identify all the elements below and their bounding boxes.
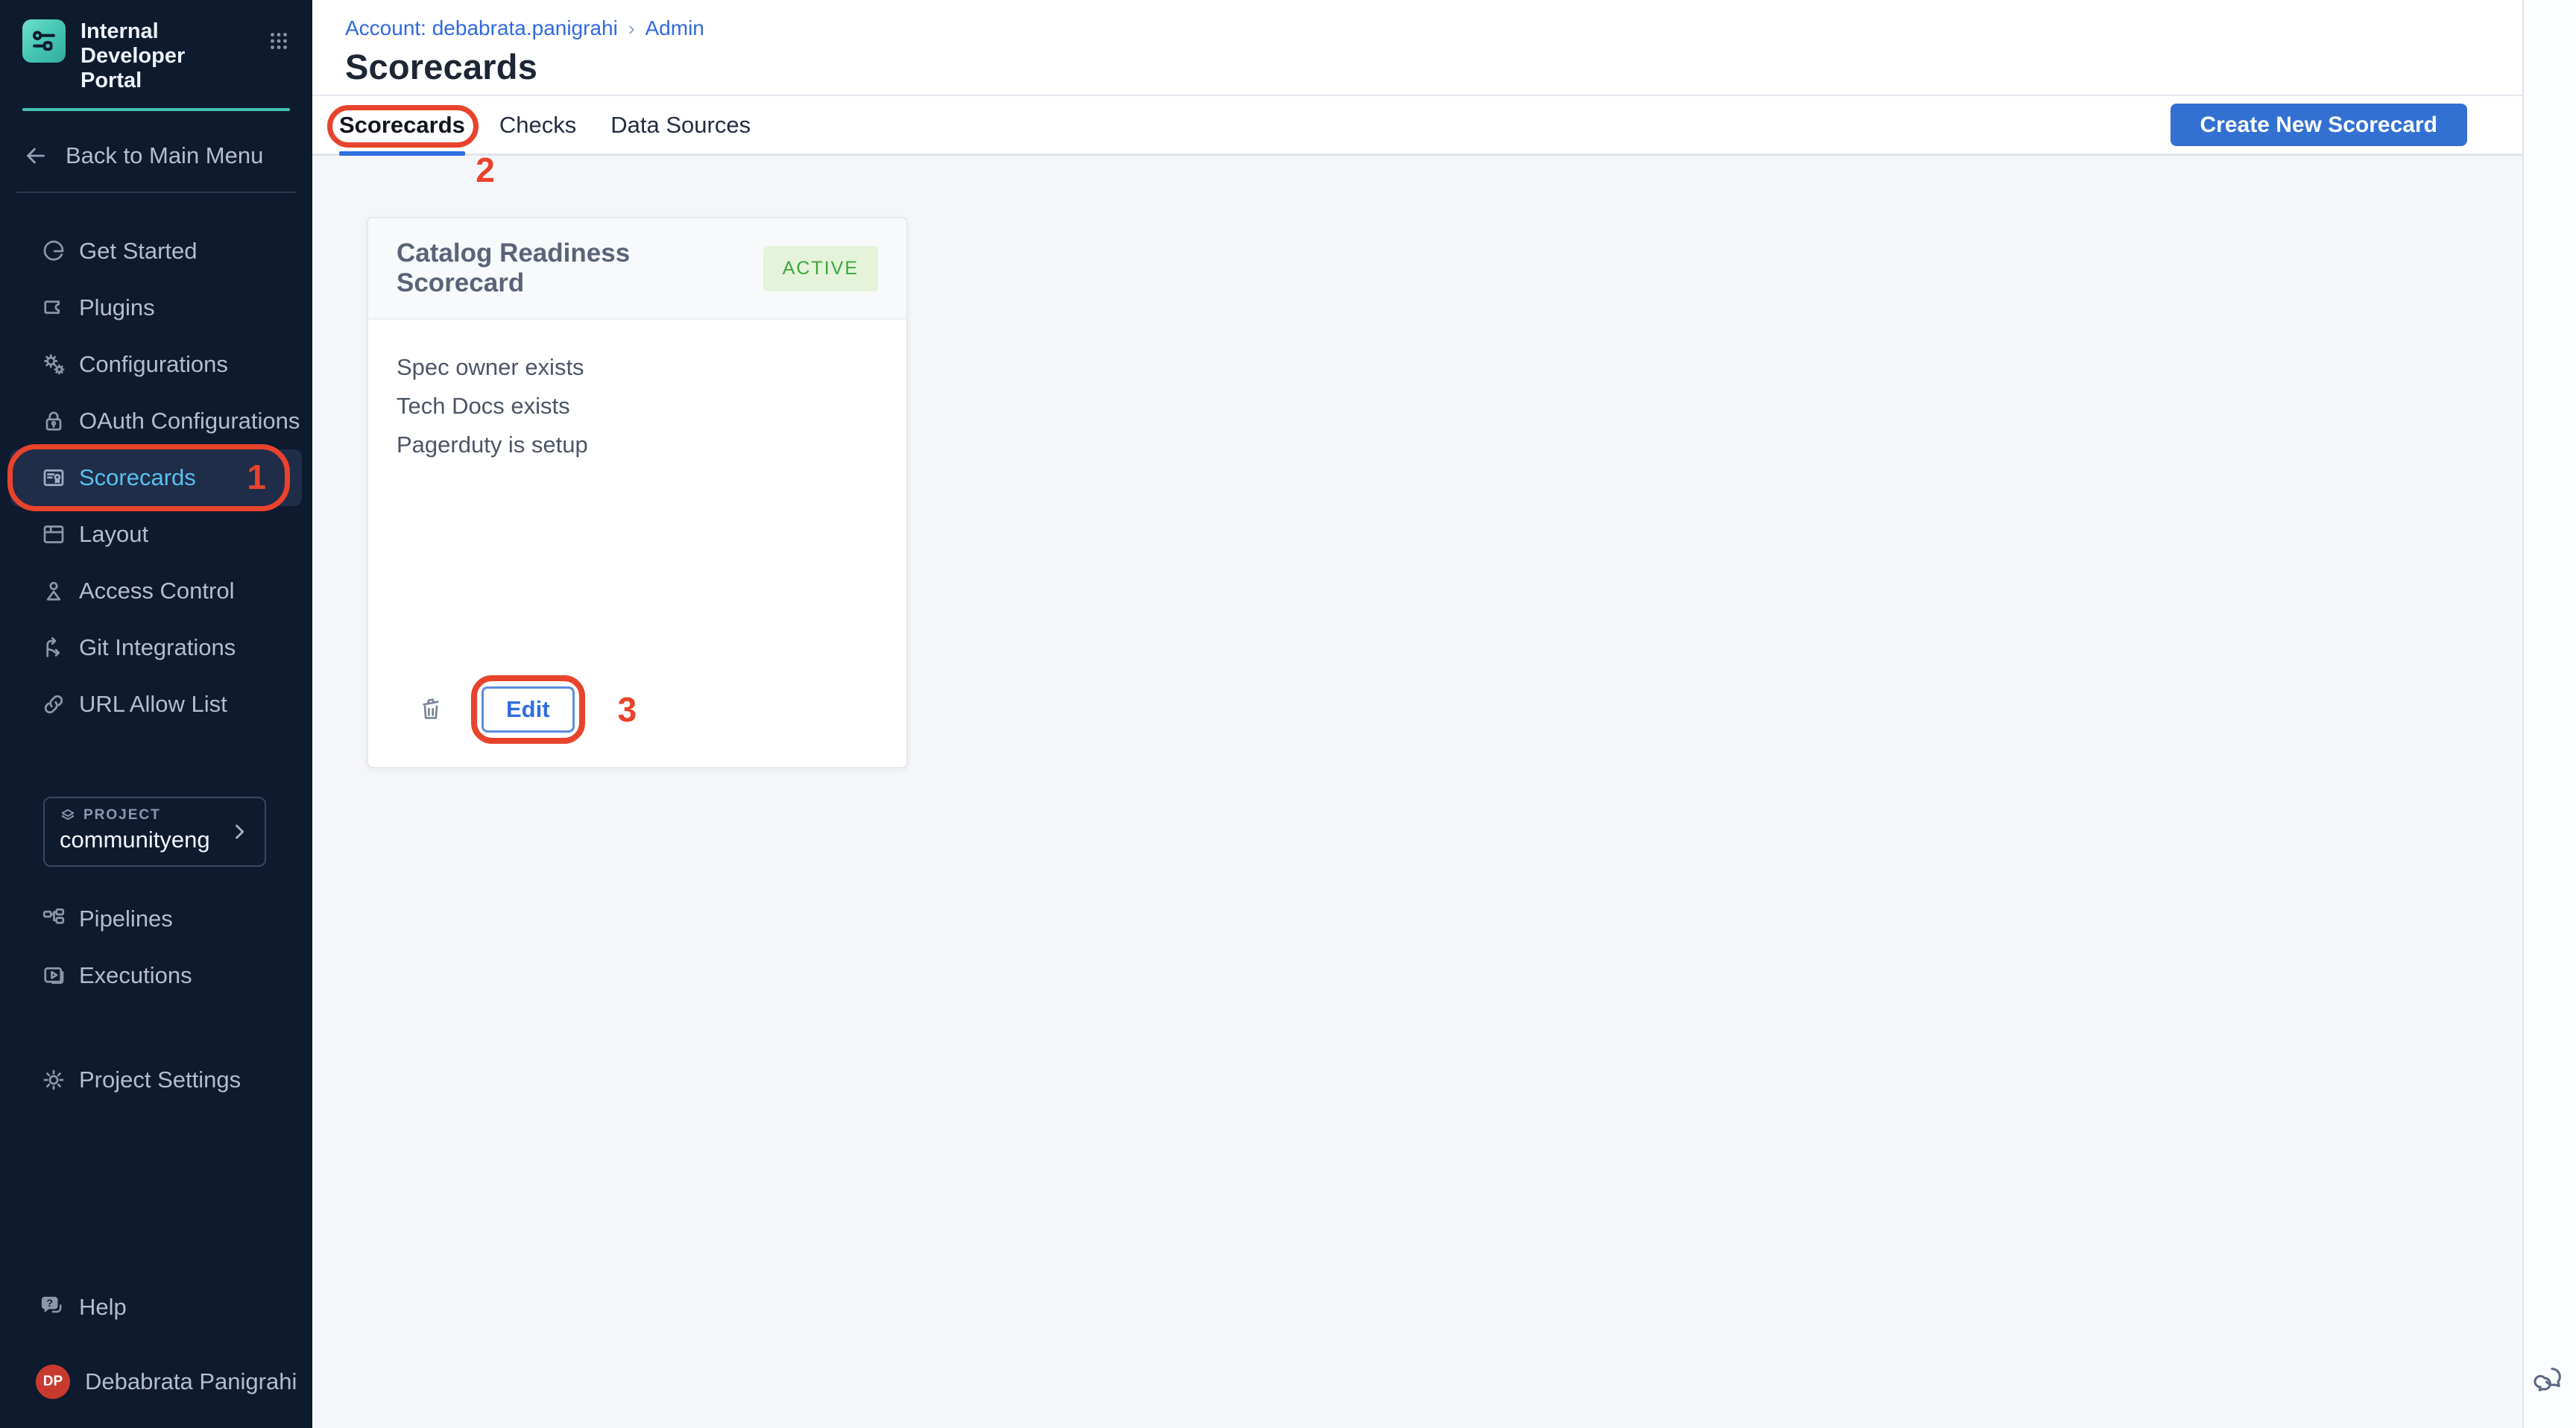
page-header: Account: debabrata.panigrahi › Admin Sco… xyxy=(312,0,2522,96)
scorecard-title: Catalog Readiness Scorecard xyxy=(397,238,763,298)
breadcrumb: Account: debabrata.panigrahi › Admin xyxy=(345,16,2522,40)
app-title: Internal Developer Portal xyxy=(80,19,230,93)
sidebar-item-pipelines[interactable]: Pipelines xyxy=(0,891,312,947)
active-tab-underline xyxy=(339,151,465,156)
scorecard-card-footer: Edit 3 xyxy=(368,686,906,767)
arrow-left-icon xyxy=(22,142,49,169)
sidebar-item-scorecards[interactable]: Scorecards 1 xyxy=(10,449,302,506)
gear-icon xyxy=(40,1067,67,1093)
app-grid-icon[interactable] xyxy=(266,28,291,54)
brand-underline xyxy=(22,108,290,111)
content-area: Catalog Readiness Scorecard ACTIVE Spec … xyxy=(312,156,2522,1428)
help-label: Help xyxy=(79,1294,127,1321)
plugins-icon xyxy=(40,294,67,321)
scorecard-card-header: Catalog Readiness Scorecard ACTIVE xyxy=(368,218,906,320)
chevron-right-icon xyxy=(229,821,250,842)
sidebar-item-layout[interactable]: Layout xyxy=(0,506,312,563)
person-icon xyxy=(40,578,67,604)
idp-logo-icon xyxy=(22,19,66,63)
scorecard-icon xyxy=(40,464,67,491)
main-area: Account: debabrata.panigrahi › Admin Sco… xyxy=(312,0,2522,1428)
sidebar-item-oauth-configurations[interactable]: OAuth Configurations xyxy=(0,393,312,449)
annotation-number-3: 3 xyxy=(618,689,637,730)
user-name: Debabrata Panigrahi xyxy=(85,1368,297,1395)
gears-icon xyxy=(40,351,67,378)
sidebar-item-get-started[interactable]: Get Started xyxy=(0,223,312,279)
help-chat-icon: ? xyxy=(37,1292,67,1322)
scorecard-card: Catalog Readiness Scorecard ACTIVE Spec … xyxy=(367,217,908,768)
tab-scorecards[interactable]: Scorecards 2 xyxy=(339,96,465,154)
settings-nav: Project Settings xyxy=(0,1052,312,1108)
create-new-scorecard-button[interactable]: Create New Scorecard xyxy=(2171,104,2468,146)
check-item: Tech Docs exists xyxy=(397,393,878,420)
admin-nav: Get Started Plugins xyxy=(0,223,312,733)
tab-checks[interactable]: Checks xyxy=(499,96,576,154)
annotation-number-2: 2 xyxy=(476,150,495,190)
status-badge: ACTIVE xyxy=(763,246,878,291)
sidebar-item-executions[interactable]: Executions xyxy=(0,947,312,1004)
sidebar-item-project-settings[interactable]: Project Settings xyxy=(0,1052,312,1108)
sidebar: Internal Developer Portal Back to Main M… xyxy=(0,0,312,1428)
check-item: Pagerduty is setup xyxy=(397,432,878,458)
tab-data-sources[interactable]: Data Sources xyxy=(610,96,751,154)
sidebar-item-git-integrations[interactable]: Git Integrations xyxy=(0,619,312,676)
tab-bar: Scorecards 2 Checks Data Sources Create … xyxy=(312,96,2522,156)
sidebar-item-access-control[interactable]: Access Control xyxy=(0,563,312,619)
breadcrumb-admin-link[interactable]: Admin xyxy=(645,16,704,40)
trash-icon xyxy=(416,695,446,724)
back-label: Back to Main Menu xyxy=(66,142,263,169)
project-nav: Pipelines Executions xyxy=(0,891,312,1004)
edit-button[interactable]: Edit xyxy=(482,686,575,733)
project-label: PROJECT xyxy=(83,807,161,824)
app-root: Internal Developer Portal Back to Main M… xyxy=(0,0,2576,1428)
lock-icon xyxy=(40,408,67,435)
user-menu[interactable]: DP Debabrata Panigrahi xyxy=(0,1353,312,1410)
sidebar-divider xyxy=(16,192,296,193)
get-started-icon xyxy=(40,238,67,265)
help-button[interactable]: ? Help xyxy=(0,1279,312,1336)
back-to-main-menu[interactable]: Back to Main Menu xyxy=(0,142,312,169)
stack-icon xyxy=(60,807,76,824)
link-icon xyxy=(40,691,67,718)
support-chat-icon[interactable] xyxy=(2533,1362,2567,1397)
annotation-number-1: 1 xyxy=(247,457,266,497)
git-branch-icon xyxy=(40,634,67,661)
avatar: DP xyxy=(36,1365,70,1399)
page-title: Scorecards xyxy=(345,46,2522,87)
breadcrumb-separator-icon: › xyxy=(628,17,635,40)
right-panel-strip xyxy=(2522,0,2576,1428)
check-item: Spec owner exists xyxy=(397,354,878,381)
project-selector[interactable]: PROJECT communityeng xyxy=(43,797,266,867)
scorecard-checks-list: Spec owner exists Tech Docs exists Pager… xyxy=(368,320,906,470)
project-name: communityeng xyxy=(60,827,250,853)
sidebar-item-configurations[interactable]: Configurations xyxy=(0,336,312,393)
sidebar-item-plugins[interactable]: Plugins xyxy=(0,279,312,336)
sidebar-header: Internal Developer Portal xyxy=(0,0,312,93)
breadcrumb-account-link[interactable]: Account: debabrata.panigrahi xyxy=(345,16,618,40)
layout-icon xyxy=(40,521,67,548)
pipelines-icon xyxy=(40,906,67,932)
sidebar-bottom: ? Help DP Debabrata Panigrahi xyxy=(0,1279,312,1428)
delete-scorecard-button[interactable] xyxy=(416,695,446,724)
svg-text:?: ? xyxy=(46,1298,53,1309)
sidebar-item-url-allow-list[interactable]: URL Allow List xyxy=(0,676,312,733)
executions-icon xyxy=(40,962,67,989)
